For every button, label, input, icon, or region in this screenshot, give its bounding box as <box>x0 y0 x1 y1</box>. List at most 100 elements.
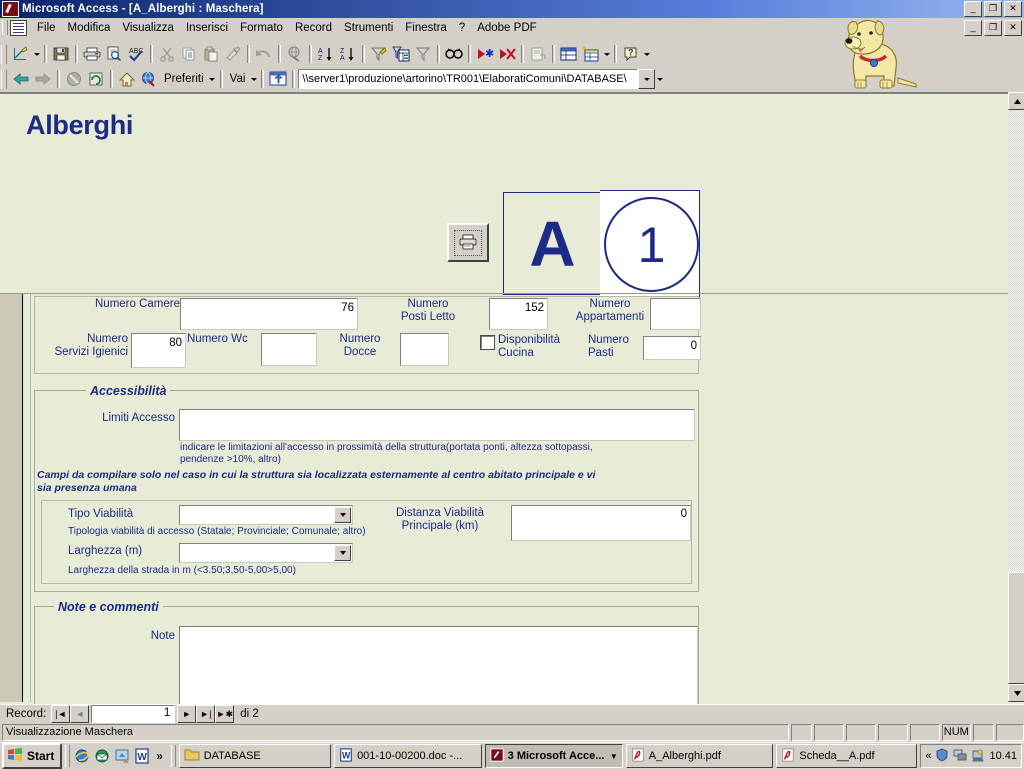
last-record-button[interactable]: ►| <box>196 705 216 723</box>
print-preview-icon[interactable] <box>103 44 125 65</box>
mdi-restore-button[interactable]: ❐ <box>984 20 1002 36</box>
scrollbar-thumb[interactable] <box>1008 572 1024 684</box>
minimize-button[interactable]: _ <box>964 1 982 17</box>
scroll-up-button[interactable] <box>1008 92 1024 110</box>
combo-larghezza-arrow[interactable] <box>334 545 351 561</box>
settings-icon[interactable] <box>971 748 985 765</box>
field-numero-appartamenti[interactable] <box>650 298 701 330</box>
home-icon[interactable] <box>116 69 138 90</box>
stop-icon[interactable] <box>63 69 85 90</box>
refresh-icon[interactable] <box>85 69 107 90</box>
field-numero-docce[interactable] <box>400 333 449 366</box>
favorites-button[interactable]: Preferiti <box>160 73 208 85</box>
form-vertical-scrollbar[interactable] <box>1008 92 1024 702</box>
find-icon[interactable] <box>443 44 465 65</box>
format-painter-icon[interactable] <box>222 44 244 65</box>
mdi-minimize-button[interactable]: _ <box>964 20 982 36</box>
menu-grip[interactable] <box>2 20 8 35</box>
web-toolbar-grip[interactable] <box>1 69 7 89</box>
scroll-down-button[interactable] <box>1008 684 1024 702</box>
new-record-button[interactable]: ►✱ <box>215 705 235 723</box>
previous-record-button[interactable]: ◄ <box>70 705 90 723</box>
record-selector-strip[interactable] <box>0 294 23 702</box>
new-record-icon[interactable]: ✱ <box>474 44 496 65</box>
field-numero-pasti[interactable]: 0 <box>643 336 701 360</box>
spelling-icon[interactable]: ABC <box>125 44 147 65</box>
taskbar-item-access[interactable]: 3 Microsoft Acce... ▼ <box>484 744 623 768</box>
outlook-express-icon[interactable] <box>93 747 111 765</box>
network-icon[interactable] <box>953 748 967 765</box>
combo-larghezza[interactable] <box>179 543 353 563</box>
insert-hyperlink-icon[interactable] <box>284 44 306 65</box>
office-assistant-dog-icon[interactable] <box>836 16 924 94</box>
shield-icon[interactable] <box>935 748 949 765</box>
help-dropdown-arrow[interactable] <box>642 44 651 65</box>
view-design-icon[interactable] <box>10 44 32 65</box>
field-numero-camere[interactable]: 76 <box>180 298 358 330</box>
menu-modifica[interactable]: Modifica <box>62 20 117 36</box>
paste-icon[interactable] <box>200 44 222 65</box>
new-object-icon[interactable] <box>580 44 602 65</box>
clock[interactable]: 10.41 <box>989 750 1017 762</box>
menu-record[interactable]: Record <box>289 20 338 36</box>
taskbar-item-dropdown-arrow[interactable]: ▼ <box>610 752 618 761</box>
address-input[interactable]: \\server1\produzione\artorino\TR001\Elab… <box>298 69 639 89</box>
forward-icon[interactable] <box>32 69 54 90</box>
menu-adobe-pdf[interactable]: Adobe PDF <box>471 20 542 36</box>
new-object-dropdown-arrow[interactable] <box>602 44 611 65</box>
taskbar-item-pdf-alberghi[interactable]: A_Alberghi.pdf <box>625 744 774 768</box>
sort-descending-icon[interactable]: Z A <box>337 44 359 65</box>
restore-button[interactable]: ❐ <box>984 1 1002 17</box>
cut-icon[interactable] <box>156 44 178 65</box>
view-dropdown-arrow[interactable] <box>32 44 41 65</box>
menu-formato[interactable]: Formato <box>234 20 289 36</box>
address-dropdown-arrow[interactable] <box>638 69 656 89</box>
current-record-input[interactable]: 1 <box>91 705 176 723</box>
menu-file[interactable]: File <box>31 20 62 36</box>
properties-icon[interactable] <box>527 44 549 65</box>
field-numero-wc[interactable] <box>261 333 317 366</box>
field-limiti-accesso[interactable] <box>179 409 695 441</box>
mdi-close-button[interactable]: ✕ <box>1004 20 1022 36</box>
database-window-icon[interactable] <box>558 44 580 65</box>
copy-icon[interactable] <box>178 44 200 65</box>
menu-visualizza[interactable]: Visualizza <box>116 20 180 36</box>
first-record-button[interactable]: |◄ <box>51 705 71 723</box>
help-icon[interactable]: ? <box>620 44 642 65</box>
go-button[interactable]: Vai <box>226 73 250 85</box>
taskbar-item-database[interactable]: DATABASE <box>178 744 332 768</box>
taskbar-item-word-doc[interactable]: W 001-10-00200.doc -... <box>334 744 482 768</box>
document-control-icon[interactable] <box>10 19 27 36</box>
filter-by-selection-icon[interactable] <box>368 44 390 65</box>
menu-strumenti[interactable]: Strumenti <box>338 20 399 36</box>
menu-inserisci[interactable]: Inserisci <box>180 20 234 36</box>
toolbar-grip[interactable] <box>1 44 7 64</box>
combo-tipo-viabilita-arrow[interactable] <box>334 507 351 523</box>
field-note[interactable] <box>179 626 698 704</box>
field-numero-posti-letto[interactable]: 152 <box>489 298 548 330</box>
web-toolbar-overflow-arrow[interactable] <box>655 69 664 90</box>
save-icon[interactable] <box>50 44 72 65</box>
print-icon[interactable] <box>81 44 103 65</box>
word-icon[interactable]: W <box>133 747 151 765</box>
filter-by-form-icon[interactable] <box>390 44 412 65</box>
menu-help[interactable]: ? <box>453 20 471 36</box>
close-button[interactable]: ✕ <box>1004 1 1022 17</box>
internet-explorer-icon[interactable] <box>73 747 91 765</box>
field-numero-servizi-igienici[interactable]: 80 <box>131 333 186 368</box>
apply-filter-icon[interactable] <box>412 44 434 65</box>
start-page-icon[interactable] <box>267 69 289 90</box>
search-web-icon[interactable] <box>138 69 160 90</box>
show-desktop-icon[interactable] <box>113 747 131 765</box>
next-record-button[interactable]: ► <box>177 705 197 723</box>
sort-ascending-icon[interactable]: A Z <box>315 44 337 65</box>
menu-finestra[interactable]: Finestra <box>399 20 453 36</box>
tray-chevron-icon[interactable]: « <box>925 750 931 762</box>
taskbar-item-pdf-scheda[interactable]: Scheda__A.pdf <box>776 744 918 768</box>
quick-launch-overflow-icon[interactable]: » <box>151 749 168 763</box>
go-dropdown-arrow[interactable] <box>249 69 258 90</box>
field-distanza-viabilita[interactable]: 0 <box>511 505 691 541</box>
print-form-button[interactable] <box>447 223 489 262</box>
back-icon[interactable] <box>10 69 32 90</box>
delete-record-icon[interactable] <box>496 44 518 65</box>
